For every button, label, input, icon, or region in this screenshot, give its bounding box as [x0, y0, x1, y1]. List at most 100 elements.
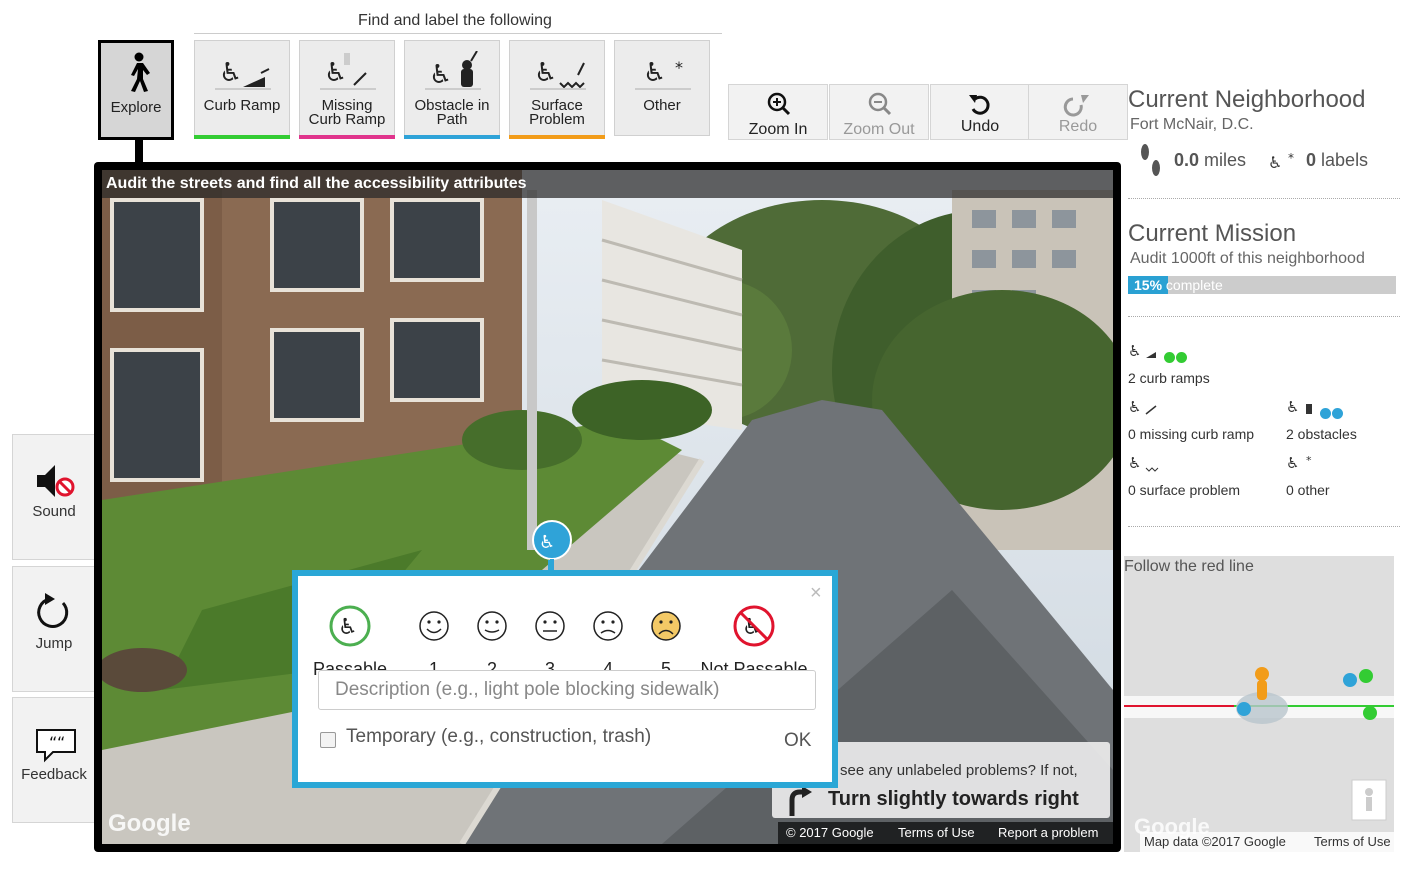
- ok-button[interactable]: OK: [784, 730, 811, 752]
- zoom-in-button[interactable]: Zoom In: [728, 84, 828, 140]
- feedback-label: Feedback: [21, 766, 87, 783]
- zoom-in-label: Zoom In: [748, 121, 808, 138]
- undo-label: Undo: [960, 118, 1000, 135]
- other-icon: ♿ *: [635, 58, 691, 90]
- frown-face-icon: [593, 611, 623, 641]
- smile-face-icon: [419, 611, 449, 641]
- sad-face-icon: [651, 611, 681, 641]
- copyright-text: © 2017 Google: [786, 825, 874, 840]
- navigation-hint-direction: Turn slightly towards right: [828, 788, 1079, 810]
- miles-stat: 0.0 miles: [1174, 150, 1247, 170]
- svg-text:♿: ♿: [1286, 454, 1299, 472]
- description-input[interactable]: [318, 670, 816, 710]
- severity-not-passable[interactable]: ♿ Not Passable: [694, 604, 814, 680]
- obstacle-icon: ♿: [1286, 398, 1312, 416]
- terms-link[interactable]: Terms of Use: [898, 822, 975, 844]
- redo-label: Redo: [1058, 118, 1098, 135]
- obstacle-label: Obstacle in Path: [414, 97, 490, 128]
- attribution-bar: © 2017 Google Terms of Use Report a prob…: [778, 822, 1113, 844]
- svg-text:♿: ♿: [643, 58, 666, 88]
- sound-button[interactable]: Sound: [12, 434, 96, 560]
- curb-ramp-tool-button[interactable]: ♿ Curb Ramp: [194, 40, 290, 139]
- feedback-button[interactable]: “ “ Feedback: [12, 697, 96, 823]
- curb-ramp-icon: ♿: [1128, 342, 1156, 360]
- minimap-title: Follow the red line: [1124, 558, 1254, 575]
- svg-text:“: “: [57, 733, 65, 752]
- close-icon[interactable]: ×: [810, 582, 822, 605]
- label-severity-popup: × ♿ Passable 1 2 3 4 5 ♿ Not Passable De…: [292, 570, 838, 788]
- obstacle-icon: ♿: [425, 51, 481, 90]
- obstacle-dots: [1320, 406, 1344, 424]
- footprints-icon: [1141, 144, 1160, 176]
- redo-button[interactable]: Redo: [1028, 84, 1128, 140]
- surface-problem-icon: ♿: [530, 58, 586, 90]
- svg-text:♿: ♿: [1128, 342, 1141, 360]
- curb-ramps-count: 2 curb ramps: [1128, 370, 1210, 386]
- map-data-text: Map data ©2017 Google: [1144, 834, 1286, 849]
- panorama-header: Audit the streets and find all the acces…: [102, 170, 1113, 198]
- svg-text:♿: ♿: [1128, 398, 1141, 416]
- minimap[interactable]: Follow the red line Google Map data ©201…: [1124, 556, 1394, 852]
- explore-button[interactable]: Explore: [98, 40, 174, 140]
- missing-curb-ramp-icon: ♿: [320, 53, 376, 90]
- slight-smile-face-icon: [477, 611, 507, 641]
- svg-text:♿: ♿: [1268, 153, 1282, 172]
- undo-icon: [969, 95, 990, 115]
- walking-person-icon: [131, 52, 150, 92]
- temporary-label: Temporary (e.g., construction, trash): [346, 726, 652, 747]
- find-and-label-title: Find and label the following: [358, 12, 552, 29]
- missing-curb-ramp-icon: ♿: [1128, 398, 1157, 416]
- jump-label: Jump: [35, 635, 73, 652]
- feedback-icon: “ “: [36, 729, 76, 763]
- jump-button[interactable]: Jump: [12, 566, 96, 692]
- minimap-map: [1124, 556, 1394, 852]
- obstacles-count: 2 obstacles: [1286, 426, 1357, 442]
- other-count: 0 other: [1286, 482, 1330, 498]
- curb-ramp-label: Curb Ramp: [203, 97, 281, 114]
- temporary-checkbox[interactable]: [320, 732, 336, 748]
- other-icon: ♿ *: [1286, 454, 1312, 472]
- other-tool-button[interactable]: ♿ * Other: [614, 40, 710, 136]
- divider: [1128, 198, 1400, 199]
- surface-problem-tool-button[interactable]: ♿ Surface Problem: [509, 40, 605, 139]
- mission-progress-text: 15% complete: [1134, 277, 1223, 293]
- minimap-terms-link[interactable]: Terms of Use: [1314, 832, 1391, 852]
- svg-text:♿: ♿: [429, 60, 452, 90]
- current-mission-heading: Current Mission: [1128, 220, 1297, 247]
- turn-right-arrow-icon: [789, 786, 812, 816]
- mission-progress-bar: 15% complete: [1128, 276, 1396, 294]
- not-passable-icon: ♿: [733, 605, 775, 647]
- other-label: Other: [643, 97, 681, 114]
- missing-curb-ramp-tool-button[interactable]: ♿ Missing Curb Ramp: [299, 40, 395, 139]
- labels-stat: 0 labels: [1306, 150, 1369, 170]
- obstacle-label-marker[interactable]: ♿: [530, 520, 574, 570]
- sound-muted-icon: [37, 465, 75, 497]
- zoom-out-button[interactable]: Zoom Out: [829, 84, 929, 140]
- passable-icon: ♿: [329, 605, 371, 647]
- redo-icon: [1063, 95, 1089, 117]
- svg-text:♿: ♿: [534, 58, 557, 88]
- sound-label: Sound: [32, 503, 76, 520]
- svg-text:*: *: [1288, 151, 1294, 165]
- mission-text: Audit 1000ft of this neighborhood: [1130, 250, 1365, 267]
- obstacle-tool-button[interactable]: ♿ Obstacle in Path: [404, 40, 500, 139]
- navigation-hint-question: see any unlabeled problems? If not,: [840, 762, 1078, 779]
- divider: [1128, 526, 1400, 527]
- svg-text:♿: ♿: [324, 58, 347, 88]
- report-problem-link[interactable]: Report a problem: [998, 822, 1098, 844]
- severity-passable[interactable]: ♿ Passable: [310, 604, 390, 680]
- divider: [1128, 316, 1400, 317]
- obstacle-color-bar: [404, 135, 500, 139]
- divider: [194, 33, 722, 34]
- svg-text:*: *: [1306, 454, 1312, 467]
- neutral-face-icon: [535, 611, 565, 641]
- current-neighborhood-heading: Current Neighborhood: [1128, 86, 1366, 113]
- minimap-attribution: Map data ©2017 Google Terms of Use: [1140, 832, 1394, 852]
- svg-text:*: *: [675, 58, 683, 77]
- svg-text:♿: ♿: [539, 532, 555, 553]
- jump-icon: [37, 593, 69, 628]
- svg-text:♿: ♿: [219, 58, 242, 88]
- surface-problem-count: 0 surface problem: [1128, 482, 1241, 498]
- undo-button[interactable]: Undo: [930, 84, 1030, 140]
- explore-label: Explore: [110, 99, 162, 116]
